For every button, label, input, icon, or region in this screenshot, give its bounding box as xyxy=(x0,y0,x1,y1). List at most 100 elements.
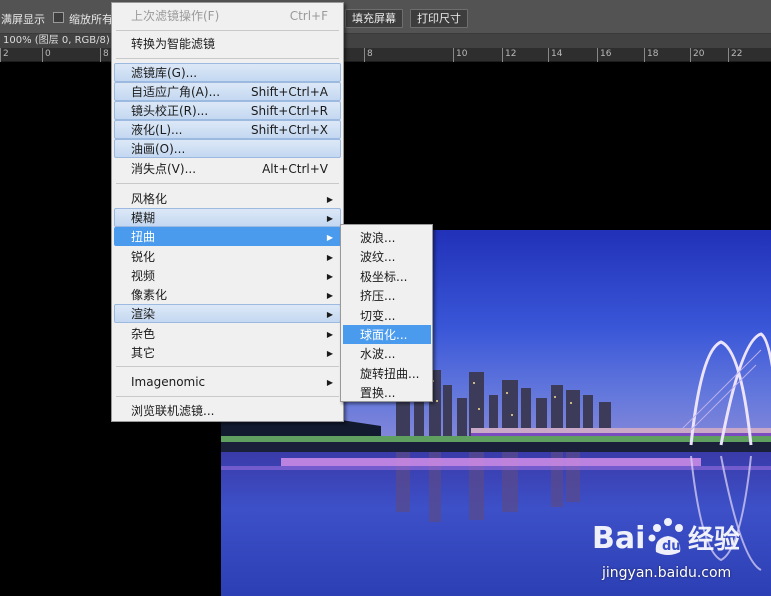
menu-item-lens-correction[interactable]: 镜头校正(R)... Shift+Ctrl+R xyxy=(114,101,341,120)
ruler-tick xyxy=(364,48,365,62)
submenu-arrow-icon: ▶ xyxy=(326,214,333,223)
ruler-tick xyxy=(644,48,645,62)
menu-item-label: 油画(O)... xyxy=(131,142,186,156)
menu-item-stylize[interactable]: 风格化 ▶ xyxy=(114,189,341,208)
submenu-arrow-icon: ▶ xyxy=(326,195,333,204)
ruler-label: 12 xyxy=(505,49,517,59)
ruler-label: 8 xyxy=(103,49,109,59)
submenu-arrow-icon: ▶ xyxy=(326,330,333,339)
document-tab[interactable]: 100% (图层 0, RGB/8) × xyxy=(0,34,125,48)
menu-item-label: Imagenomic xyxy=(131,375,206,389)
menu-item-label: 渲染 xyxy=(131,307,156,321)
ruler-tick xyxy=(690,48,691,62)
menu-item-other[interactable]: 其它 ▶ xyxy=(114,343,341,362)
menu-item-browse-online[interactable]: 浏览联机滤镜... xyxy=(114,401,341,420)
menu-item-label: 其它 xyxy=(131,346,156,360)
menu-item-label: 风格化 xyxy=(131,192,168,206)
ruler-label: 14 xyxy=(551,49,563,59)
menu-item-liquify[interactable]: 液化(L)... Shift+Ctrl+X xyxy=(114,120,341,139)
svg-text:Bai: Bai xyxy=(592,521,645,556)
menu-item-pixelate[interactable]: 像素化 ▶ xyxy=(114,285,341,304)
menu-item-oil-paint[interactable]: 油画(O)... xyxy=(114,139,341,158)
submenu-item-wave[interactable]: 波浪... xyxy=(343,228,431,247)
menu-item-shortcut: Shift+Ctrl+X xyxy=(251,123,328,137)
menu-item-convert-smart-filters[interactable]: 转换为智能滤镜 xyxy=(114,34,341,53)
menu-item-shortcut: Shift+Ctrl+A xyxy=(251,85,328,99)
menu-item-label: 杂色 xyxy=(131,327,156,341)
menu-item-label: 扭曲 xyxy=(131,230,156,244)
menu-item-label: 模糊 xyxy=(131,211,156,225)
document-tab-title: 100% (图层 0, RGB/8) xyxy=(3,35,110,46)
filter-menu: 上次滤镜操作(F) Ctrl+F 转换为智能滤镜 滤镜库(G)... 自适应广角… xyxy=(111,2,344,422)
zoom-all-checkbox[interactable] xyxy=(53,12,64,23)
submenu-item-ripple[interactable]: 波纹... xyxy=(343,247,431,266)
ruler-label: 22 xyxy=(731,49,743,59)
submenu-arrow-icon: ▶ xyxy=(326,349,333,358)
ruler-tick xyxy=(42,48,43,62)
ruler-label: 10 xyxy=(456,49,468,59)
ruler-tick xyxy=(100,48,101,62)
submenu-item-spherize[interactable]: 球面化... xyxy=(343,325,431,344)
submenu-item-shear[interactable]: 切变... xyxy=(343,306,431,325)
menu-item-distort[interactable]: 扭曲 ▶ xyxy=(114,227,341,246)
menu-item-noise[interactable]: 杂色 ▶ xyxy=(114,324,341,343)
submenu-item-pinch[interactable]: 挤压... xyxy=(343,286,431,305)
ruler-tick xyxy=(0,48,1,62)
submenu-arrow-icon: ▶ xyxy=(326,310,333,319)
menu-item-render[interactable]: 渲染 ▶ xyxy=(114,304,341,323)
ruler-tick xyxy=(502,48,503,62)
menu-separator xyxy=(116,396,339,397)
submenu-arrow-icon: ▶ xyxy=(326,272,333,281)
menu-item-video[interactable]: 视频 ▶ xyxy=(114,266,341,285)
menu-item-label: 消失点(V)... xyxy=(131,162,197,176)
menu-item-last-filter: 上次滤镜操作(F) Ctrl+F xyxy=(114,6,341,25)
distort-submenu: 波浪... 波纹... 极坐标... 挤压... 切变... 球面化... 水波... 旋转扭… xyxy=(340,224,433,402)
svg-text:经验: 经验 xyxy=(688,524,740,555)
ruler-label: 8 xyxy=(367,49,373,59)
submenu-item-displace[interactable]: 置换... xyxy=(343,383,431,402)
ruler-label: 20 xyxy=(693,49,705,59)
ruler-label: 2 xyxy=(3,49,9,59)
menu-item-label: 浏览联机滤镜... xyxy=(131,404,215,418)
menu-item-shortcut: Alt+Ctrl+V xyxy=(262,162,328,176)
submenu-arrow-icon: ▶ xyxy=(326,291,333,300)
submenu-arrow-icon: ▶ xyxy=(326,378,333,387)
submenu-item-polar-coordinates[interactable]: 极坐标... xyxy=(343,267,431,286)
ruler-tick xyxy=(728,48,729,62)
menu-item-vanishing-point[interactable]: 消失点(V)... Alt+Ctrl+V xyxy=(114,159,341,178)
print-size-button[interactable]: 打印尺寸 xyxy=(410,9,468,28)
fullscreen-label[interactable]: 满屏显示 xyxy=(1,11,45,27)
menu-item-imagenomic[interactable]: Imagenomic ▶ xyxy=(114,372,341,391)
menu-item-label: 转换为智能滤镜 xyxy=(131,37,216,51)
menu-item-shortcut: Ctrl+F xyxy=(289,9,328,23)
submenu-arrow-icon: ▶ xyxy=(326,253,333,262)
fill-screen-button[interactable]: 填充屏幕 xyxy=(345,9,403,28)
ruler-label: 16 xyxy=(600,49,612,59)
menu-separator xyxy=(116,30,339,31)
menu-item-blur[interactable]: 模糊 ▶ xyxy=(114,208,341,227)
watermark-url: jingyan.baidu.com xyxy=(602,565,732,581)
menu-item-filter-gallery[interactable]: 滤镜库(G)... xyxy=(114,63,341,82)
menu-item-label: 镜头校正(R)... xyxy=(131,104,209,118)
menu-separator xyxy=(116,366,339,367)
menu-item-sharpen[interactable]: 锐化 ▶ xyxy=(114,247,341,266)
menu-item-label: 自适应广角(A)... xyxy=(131,85,221,99)
submenu-item-zigzag[interactable]: 水波... xyxy=(343,344,431,363)
submenu-arrow-icon: ▶ xyxy=(326,233,333,242)
ruler-tick xyxy=(453,48,454,62)
menu-item-shortcut: Shift+Ctrl+R xyxy=(250,104,328,118)
ruler-label: 18 xyxy=(647,49,659,59)
menu-item-label: 像素化 xyxy=(131,288,168,302)
menu-item-label: 液化(L)... xyxy=(131,123,183,137)
submenu-item-twirl[interactable]: 旋转扭曲... xyxy=(343,364,431,383)
baidu-jingyan-watermark: Bai du 经验 jingyan.baidu.com xyxy=(590,512,768,584)
menu-item-label: 视频 xyxy=(131,269,156,283)
menu-separator xyxy=(116,58,339,59)
menu-item-adaptive-wide-angle[interactable]: 自适应广角(A)... Shift+Ctrl+A xyxy=(114,82,341,101)
menu-item-label: 上次滤镜操作(F) xyxy=(131,9,220,23)
baidu-logo: Bai du 经验 xyxy=(592,518,740,556)
menu-item-label: 锐化 xyxy=(131,250,156,264)
svg-text:du: du xyxy=(662,539,681,554)
menu-item-label: 滤镜库(G)... xyxy=(131,66,198,80)
ruler-tick xyxy=(597,48,598,62)
